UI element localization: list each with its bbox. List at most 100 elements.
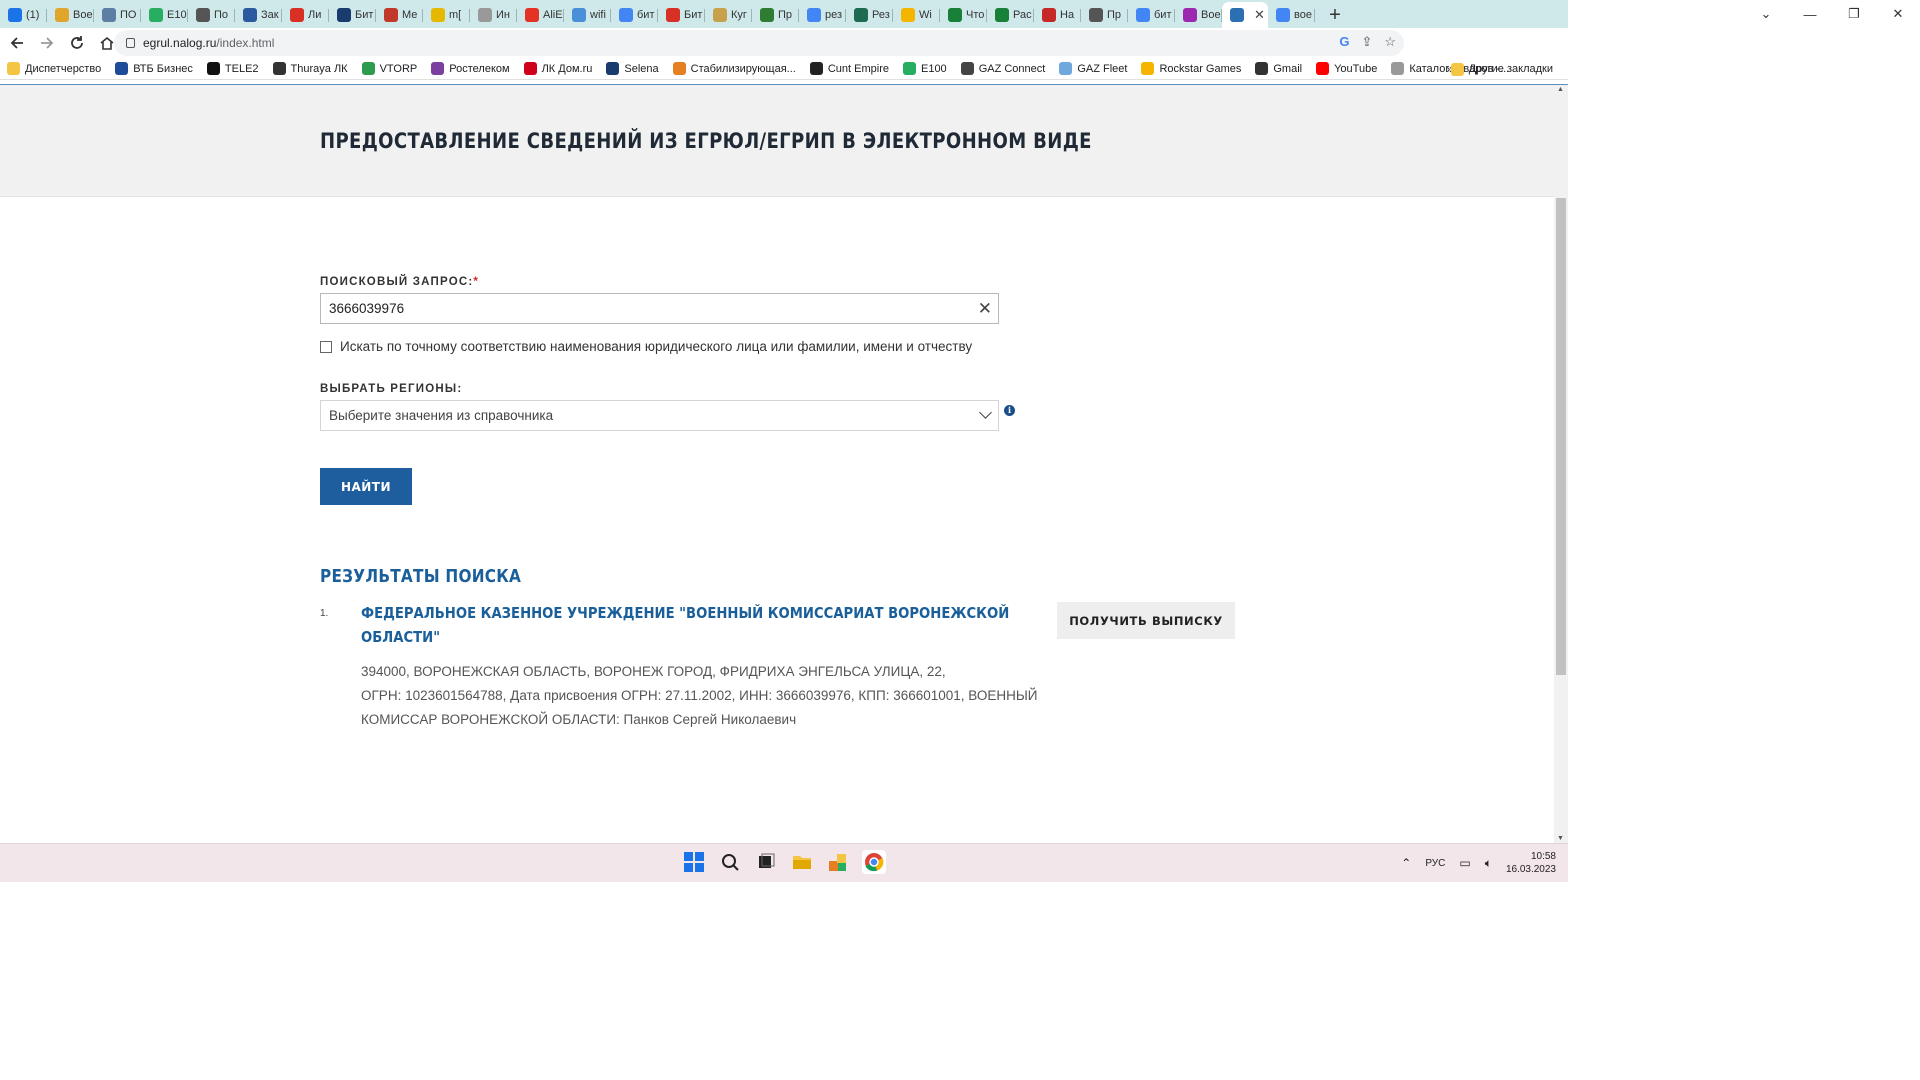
bookmark-item[interactable]: Cunt Empire — [803, 62, 896, 75]
close-window-button[interactable]: ✕ — [1876, 0, 1920, 28]
file-explorer-icon[interactable] — [790, 850, 814, 874]
browser-tab[interactable]: (1) — [0, 2, 47, 28]
browser-tab[interactable]: бит — [611, 2, 658, 28]
browser-tab[interactable]: Вое — [47, 2, 94, 28]
browser-tab[interactable]: ПО — [94, 2, 141, 28]
bookmark-item[interactable]: YouTube — [1309, 62, 1384, 75]
clear-search-icon[interactable]: ✕ — [978, 300, 992, 317]
page-title: ПРЕДОСТАВЛЕНИЕ СВЕДЕНИЙ ИЗ ЕГРЮЛ/ЕГРИП В… — [320, 129, 1092, 153]
tab-title: вое — [1294, 9, 1312, 21]
volume-icon[interactable]: 🔈︎ — [1485, 856, 1492, 871]
close-tab-icon[interactable]: ✕ — [1254, 7, 1265, 23]
back-button[interactable] — [4, 30, 30, 56]
browser-tab[interactable]: Рез — [846, 2, 893, 28]
browser-toolbar: egrul.nalog.ru/index.html G ⇪ ☆ ● ⛨ ✚ ▮ … — [0, 28, 1568, 78]
other-bookmarks-folder[interactable]: Другие закладки — [1444, 58, 1560, 80]
browser-tab[interactable]: рез — [799, 2, 846, 28]
get-extract-button[interactable]: ПОЛУЧИТЬ ВЫПИСКУ — [1057, 602, 1235, 639]
browser-tab[interactable]: Что — [940, 2, 987, 28]
forward-button[interactable] — [34, 30, 60, 56]
exact-match-checkbox[interactable] — [320, 340, 332, 353]
url-path: /index.html — [216, 36, 275, 50]
browser-tab[interactable]: Рас — [987, 2, 1034, 28]
bookmark-item[interactable]: Rockstar Games — [1134, 62, 1248, 75]
browser-tab[interactable]: На — [1034, 2, 1081, 28]
bookmark-item[interactable]: Ростелеком — [424, 62, 516, 75]
scroll-down-arrow-icon[interactable]: ▼ — [1557, 835, 1564, 842]
bookmark-item[interactable]: Selena — [599, 62, 665, 75]
system-tray: ⌃ РУС ▭ 🔈︎ 10:58 16.03.2023 — [1401, 850, 1556, 876]
bookmark-item[interactable]: ВТБ Бизнес — [108, 62, 200, 75]
bookmark-item[interactable]: GAZ Connect — [954, 62, 1053, 75]
bookmark-item[interactable]: Стабилизирующая... — [666, 62, 803, 75]
google-lens-icon[interactable]: G — [1339, 34, 1349, 50]
browser-tab[interactable]: Бит — [658, 2, 705, 28]
browser-tab[interactable]: вое — [1268, 2, 1315, 28]
start-button[interactable] — [682, 850, 706, 874]
minimize-button[interactable]: — — [1788, 0, 1832, 28]
browser-tab[interactable]: бит — [1128, 2, 1175, 28]
search-input[interactable]: 3666039976 ✕ — [320, 293, 999, 324]
new-tab-button[interactable]: + — [1321, 2, 1349, 28]
find-button[interactable]: НАЙТИ — [320, 468, 412, 505]
browser-tab[interactable]: Пр — [1081, 2, 1128, 28]
info-icon[interactable]: i — [1004, 405, 1015, 416]
tab-active[interactable]: ✕ — [1222, 2, 1268, 28]
bookmark-item[interactable]: TELE2 — [200, 62, 266, 75]
bookmark-item[interactable]: Диспетчерство — [0, 62, 108, 75]
browser-tab[interactable]: E10 — [141, 2, 188, 28]
chrome-taskbar-icon[interactable] — [862, 850, 886, 874]
result-org-name-link[interactable]: ФЕДЕРАЛЬНОЕ КАЗЕННОЕ УЧРЕЖДЕНИЕ "ВОЕННЫЙ… — [361, 601, 1009, 649]
network-icon[interactable]: ▭ — [1459, 856, 1470, 870]
browser-tab[interactable]: wifi — [564, 2, 611, 28]
share-icon[interactable]: ⇪ — [1361, 34, 1372, 50]
taskbar-search-icon[interactable] — [718, 850, 742, 874]
address-bar[interactable]: egrul.nalog.ru/index.html G ⇪ ☆ — [114, 30, 1404, 56]
result-number: 1. — [320, 608, 329, 619]
browser-tab[interactable]: Вое — [1175, 2, 1222, 28]
bookmark-item[interactable]: E100 — [896, 62, 954, 75]
bookmark-item[interactable]: Thuraya ЛК — [266, 62, 355, 75]
bookmark-item[interactable]: Gmail — [1248, 62, 1309, 75]
browser-tab[interactable]: Ме — [376, 2, 423, 28]
tab-favicon-icon — [337, 8, 351, 22]
task-view-icon[interactable] — [754, 850, 778, 874]
bookmark-label: Gmail — [1273, 62, 1303, 75]
browser-tab[interactable]: Wi — [893, 2, 940, 28]
input-language[interactable]: РУС — [1425, 858, 1445, 869]
clock-date: 16.03.2023 — [1505, 864, 1556, 875]
tab-favicon-icon — [290, 8, 304, 22]
result-org-name[interactable]: ФЕДЕРАЛЬНОЕ КАЗЕННОЕ УЧРЕЖДЕНИЕ "ВОЕННЫЙ… — [361, 601, 1051, 649]
bookmark-star-icon[interactable]: ☆ — [1384, 34, 1396, 50]
search-results-title: РЕЗУЛЬТАТЫ ПОИСКА — [320, 566, 522, 587]
browser-tab[interactable]: По — [188, 2, 235, 28]
restore-button[interactable]: ❐ — [1832, 0, 1876, 28]
bookmark-item[interactable]: ЛК Дом.ru — [517, 62, 600, 75]
bookmark-item[interactable]: VTORP — [355, 62, 425, 75]
scroll-up-arrow-icon[interactable]: ▲ — [1557, 86, 1564, 93]
browser-tab[interactable]: Ин — [470, 2, 517, 28]
browser-tab[interactable]: m[ — [423, 2, 470, 28]
exact-match-label[interactable]: Искать по точному соответствию наименова… — [340, 339, 972, 354]
tray-overflow-chevron-icon[interactable]: ⌃ — [1401, 856, 1411, 870]
app-icon-tiles[interactable] — [826, 850, 850, 874]
browser-tab[interactable]: Ли — [282, 2, 329, 28]
browser-tab[interactable]: Куг — [705, 2, 752, 28]
reload-button[interactable] — [64, 30, 90, 56]
tab-favicon-icon — [196, 8, 210, 22]
exact-match-option[interactable]: Искать по точному соответствию наименова… — [320, 339, 972, 354]
tab-favicon-icon — [149, 8, 163, 22]
bookmark-item[interactable]: GAZ Fleet — [1052, 62, 1134, 75]
browser-tab[interactable]: AliE — [517, 2, 564, 28]
page-scrollbar[interactable]: ▲ ▼ — [1554, 85, 1568, 843]
tab-favicon-icon — [1230, 8, 1244, 22]
browser-tab[interactable]: Зак — [235, 2, 282, 28]
scrollbar-thumb[interactable] — [1556, 198, 1566, 675]
browser-tab[interactable]: Пр — [752, 2, 799, 28]
taskbar-clock[interactable]: 10:58 16.03.2023 — [1506, 850, 1556, 876]
tab-title: m[ — [449, 9, 462, 21]
browser-tab[interactable]: Бит — [329, 2, 376, 28]
regions-select[interactable]: Выберите значения из справочника — [320, 400, 999, 431]
tab-search-icon[interactable]: ⌄ — [1744, 0, 1788, 28]
tab-title: wifi — [590, 9, 606, 21]
